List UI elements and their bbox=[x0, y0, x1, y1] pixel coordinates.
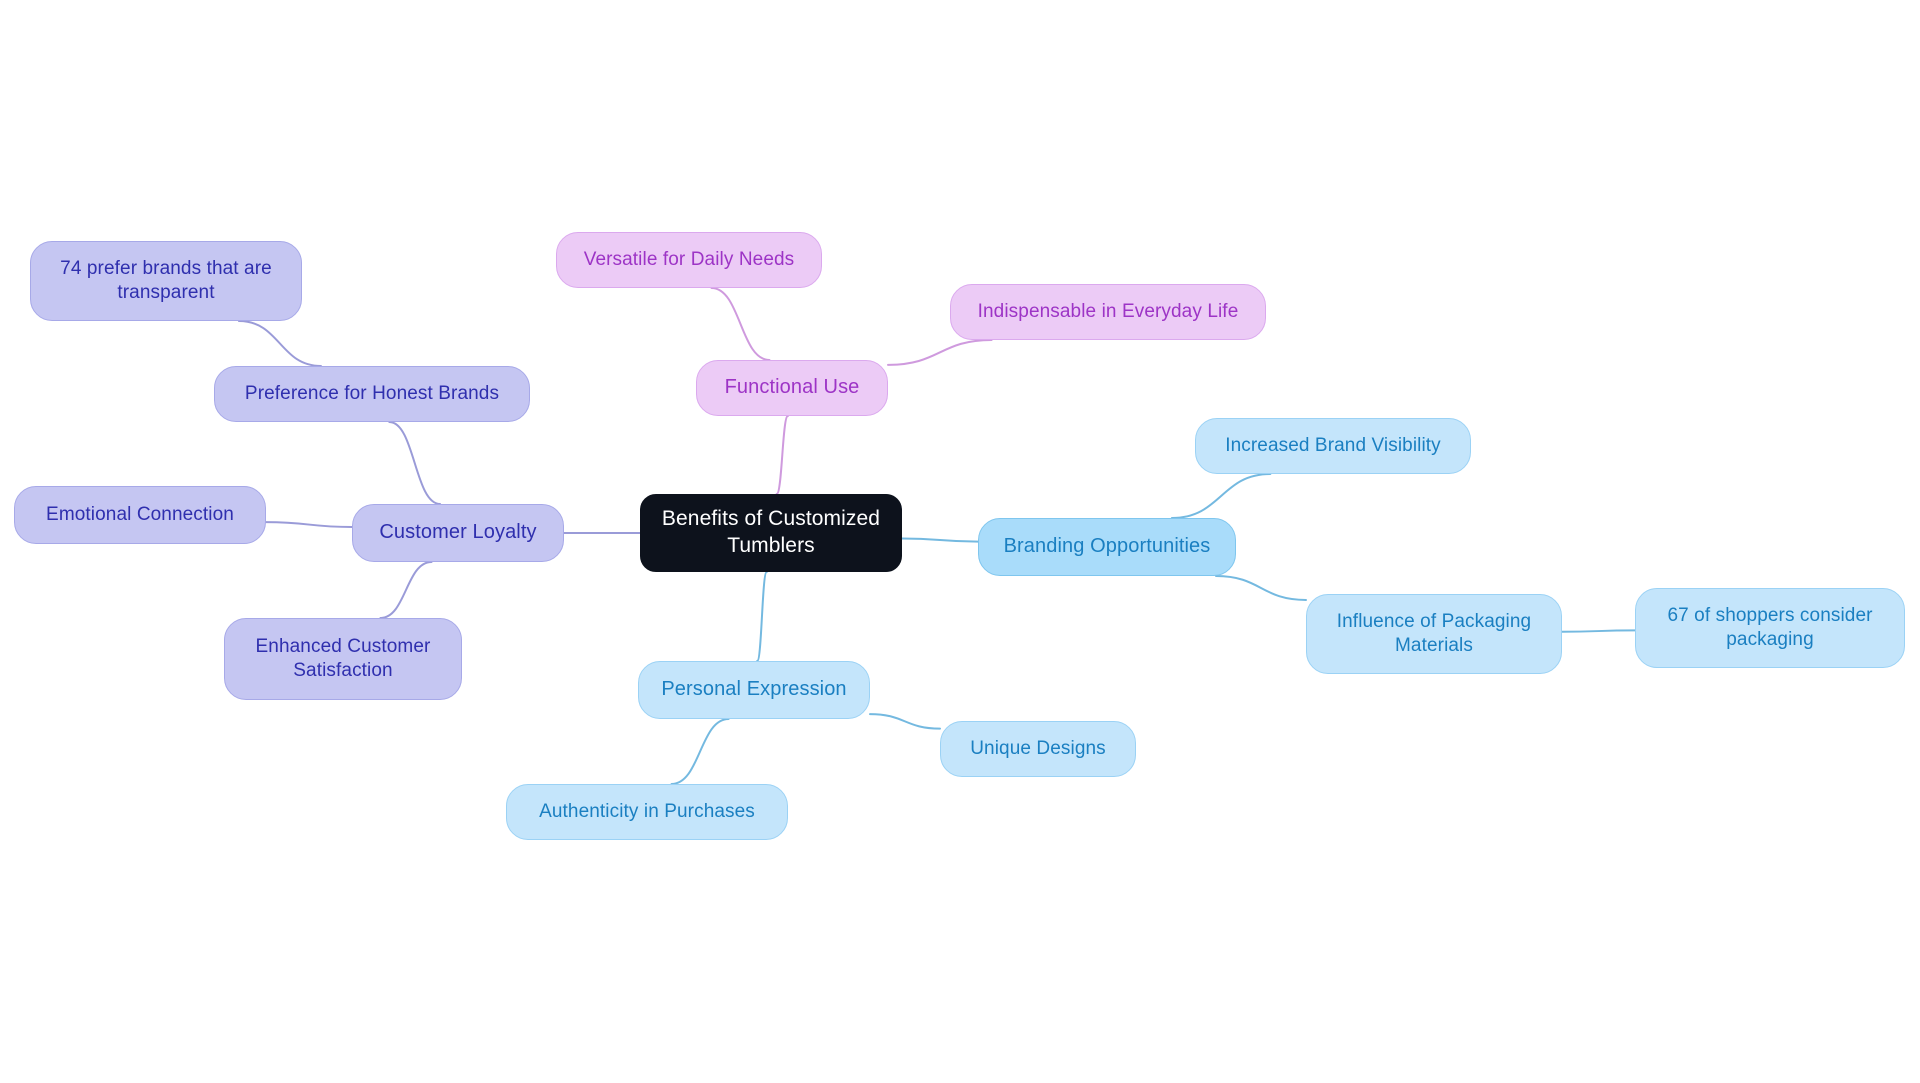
edge-root-personal-expression bbox=[756, 571, 768, 662]
node-label-functional-use: Functional Use bbox=[724, 376, 860, 399]
node-label-influence-packaging-materials: Influence of Packaging Materials bbox=[1336, 610, 1532, 656]
mindmap-node-branding-opportunities[interactable]: Branding Opportunities bbox=[978, 518, 1236, 576]
edge-branding-packaging bbox=[1215, 575, 1307, 601]
mindmap-node-functional-use[interactable]: Functional Use bbox=[696, 360, 888, 416]
node-label-prefer-transparent-brands: 74 prefer brands that are transparent bbox=[60, 257, 272, 303]
node-label-emotional-connection: Emotional Connection bbox=[46, 503, 234, 525]
edge-root-branding bbox=[901, 537, 979, 543]
edge-branding-visibility bbox=[1170, 473, 1272, 519]
mindmap-node-indispensable-everyday-life[interactable]: Indispensable in Everyday Life bbox=[950, 284, 1266, 340]
edge-customer-loyalty-emotional bbox=[265, 521, 353, 528]
mindmap-node-influence-packaging-materials[interactable]: Influence of Packaging Materials bbox=[1306, 594, 1562, 674]
edge-preference-transparent bbox=[237, 320, 322, 367]
mindmap-node-enhanced-customer-satisfaction[interactable]: Enhanced Customer Satisfaction bbox=[224, 618, 462, 700]
mindmap-node-emotional-connection[interactable]: Emotional Connection bbox=[14, 486, 266, 544]
mindmap-node-preference-honest-brands[interactable]: Preference for Honest Brands bbox=[214, 366, 530, 422]
node-label-enhanced-customer-satisfaction: Enhanced Customer Satisfaction bbox=[255, 635, 431, 681]
node-label-branding-opportunities: Branding Opportunities bbox=[1003, 535, 1211, 558]
mindmap-node-unique-designs[interactable]: Unique Designs bbox=[940, 721, 1136, 777]
edge-customer-loyalty-satisfaction bbox=[379, 561, 433, 619]
mindmap-node-prefer-transparent-brands[interactable]: 74 prefer brands that are transparent bbox=[30, 241, 302, 321]
node-label-personal-expression: Personal Expression bbox=[661, 678, 847, 701]
node-label-versatile-daily-needs: Versatile for Daily Needs bbox=[583, 248, 795, 270]
node-label-authenticity-in-purchases: Authenticity in Purchases bbox=[539, 800, 755, 822]
mindmap-node-versatile-daily-needs[interactable]: Versatile for Daily Needs bbox=[556, 232, 822, 288]
node-label-increased-brand-visibility: Increased Brand Visibility bbox=[1225, 434, 1441, 456]
node-label-root: Benefits of Customized Tumblers bbox=[661, 507, 881, 557]
mindmap-node-personal-expression[interactable]: Personal Expression bbox=[638, 661, 870, 719]
edge-layer bbox=[237, 287, 1636, 785]
edge-personal-unique-designs bbox=[869, 713, 941, 730]
node-label-customer-loyalty: Customer Loyalty bbox=[379, 521, 537, 544]
mindmap-node-root[interactable]: Benefits of Customized Tumblers bbox=[640, 494, 902, 572]
mindmap-node-shoppers-consider-packaging[interactable]: 67 of shoppers consider packaging bbox=[1635, 588, 1905, 668]
edge-personal-authenticity bbox=[670, 718, 730, 785]
edge-root-functional-use bbox=[775, 415, 789, 495]
edge-functional-versatile bbox=[710, 287, 771, 361]
edge-packaging-shoppers bbox=[1561, 629, 1636, 633]
node-label-preference-honest-brands: Preference for Honest Brands bbox=[244, 382, 500, 404]
mindmap-node-increased-brand-visibility[interactable]: Increased Brand Visibility bbox=[1195, 418, 1471, 474]
mindmap-node-authenticity-in-purchases[interactable]: Authenticity in Purchases bbox=[506, 784, 788, 840]
node-label-shoppers-consider-packaging: 67 of shoppers consider packaging bbox=[1667, 604, 1873, 650]
mindmap-node-customer-loyalty[interactable]: Customer Loyalty bbox=[352, 504, 564, 562]
edge-functional-indispensable bbox=[887, 339, 993, 366]
node-label-unique-designs: Unique Designs bbox=[970, 737, 1106, 759]
edge-customer-loyalty-preference bbox=[388, 421, 442, 505]
mindmap-canvas: Benefits of Customized Tumblers Customer … bbox=[0, 0, 1920, 1083]
node-label-indispensable-everyday-life: Indispensable in Everyday Life bbox=[977, 300, 1239, 322]
